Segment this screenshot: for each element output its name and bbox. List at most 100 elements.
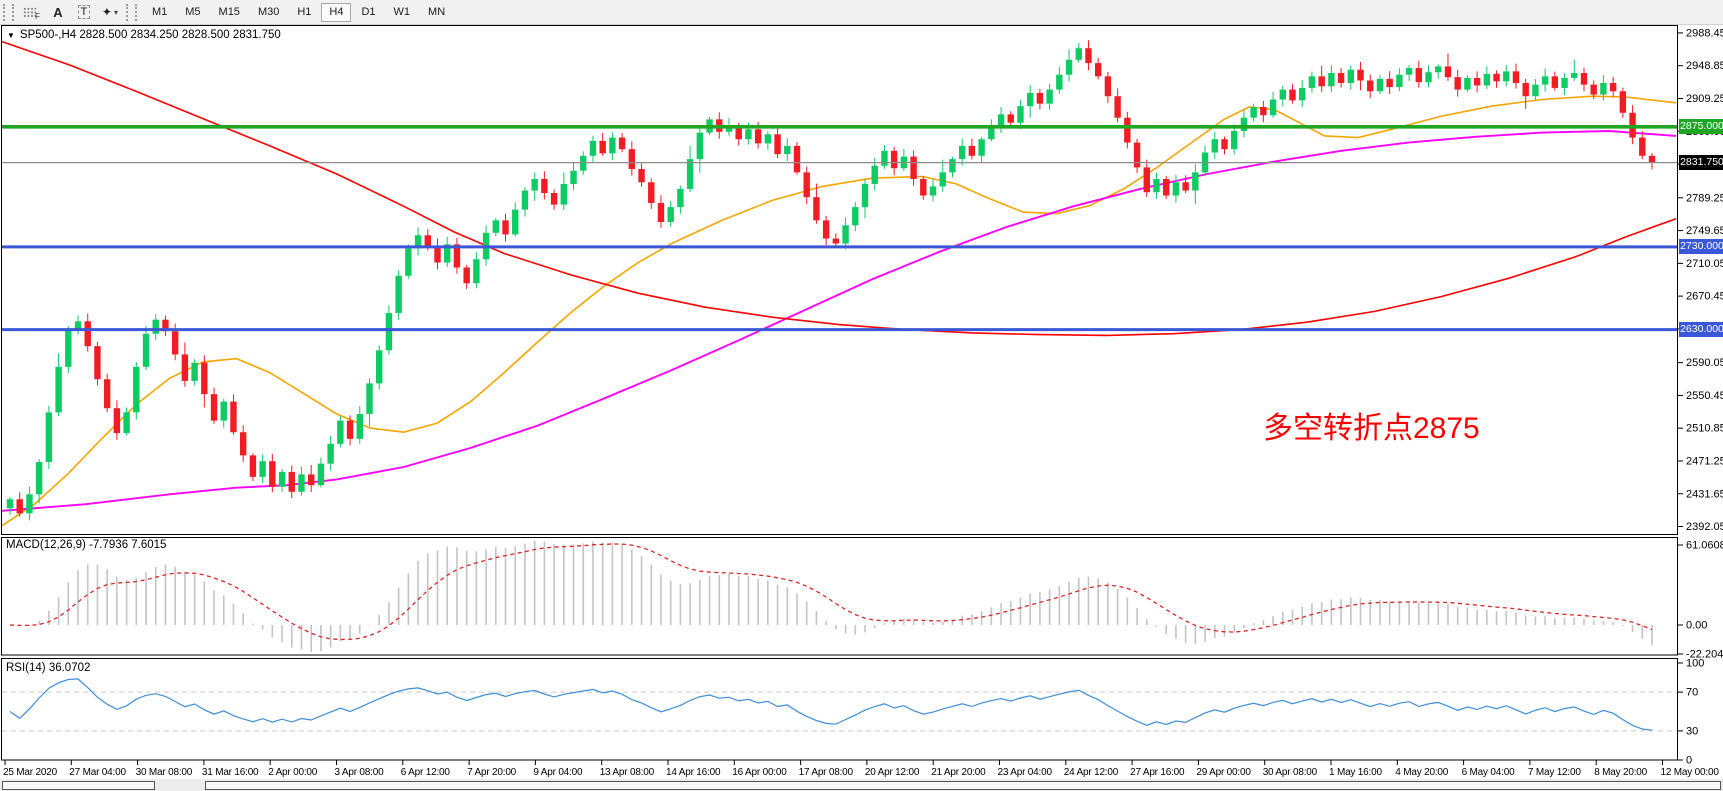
price-badge-2630.000: 2630.000: [1679, 322, 1723, 337]
price-badge-2875.000: 2875.000: [1679, 119, 1723, 134]
rsi-panel[interactable]: [2, 659, 1678, 761]
toolbar-grip[interactable]: [3, 4, 14, 21]
candle-body: [502, 220, 508, 234]
candle-body: [862, 184, 868, 207]
candle-body: [1348, 70, 1354, 83]
candle-body: [1328, 73, 1334, 86]
price-tick-label: 2749.650: [1686, 225, 1723, 237]
candle-body: [813, 197, 819, 220]
candle-body: [1464, 78, 1470, 90]
price-tick-label: 2590.050: [1686, 357, 1723, 369]
candle-body: [318, 464, 324, 486]
candle-body: [85, 321, 91, 346]
candle-body: [1008, 114, 1014, 122]
candle-body: [376, 350, 382, 383]
candle-body: [386, 313, 392, 350]
timeframe-m15-button[interactable]: M15: [211, 3, 248, 22]
candle-body: [1124, 118, 1130, 143]
candle-body: [891, 151, 897, 168]
candle-body: [230, 402, 236, 433]
candle-body: [357, 414, 363, 439]
candle-body: [638, 169, 644, 182]
candle-body: [1173, 182, 1179, 195]
rsi-tick-label: 100: [1686, 658, 1704, 670]
timeframe-h1-button[interactable]: H1: [289, 3, 319, 22]
candle-body: [1076, 48, 1082, 60]
candle-body: [1163, 179, 1169, 196]
candle-body: [1212, 139, 1218, 152]
time-tick-label: 27 Apr 16:00: [1130, 767, 1185, 778]
candle-body: [842, 225, 848, 243]
timeframe-w1-button[interactable]: W1: [386, 3, 419, 22]
dropdown-caret-icon: ▾: [114, 8, 118, 17]
candle-body: [677, 189, 683, 207]
candle-body: [172, 331, 178, 354]
candle-body: [221, 402, 227, 421]
time-tick-label: 25 Mar 2020: [3, 767, 58, 778]
time-tick-label: 1 May 16:00: [1329, 767, 1382, 778]
candle-body: [7, 499, 13, 508]
candle-body: [1105, 76, 1111, 96]
candle-body: [1493, 74, 1499, 81]
candle-body: [182, 354, 188, 380]
candle-body: [1231, 131, 1237, 149]
chart-grid-icon-button[interactable]: F: [19, 2, 44, 23]
time-tick-label: 29 Apr 00:00: [1196, 767, 1251, 778]
candle-body: [1474, 78, 1480, 85]
candle-body: [26, 494, 32, 513]
text-label-icon-button[interactable]: A: [46, 2, 70, 23]
price-tick-label: 2510.850: [1686, 423, 1723, 435]
price-tick-label: 2789.250: [1686, 192, 1723, 204]
timeframe-m1-button[interactable]: M1: [144, 3, 175, 22]
price-tick-label: 2988.450: [1686, 27, 1723, 39]
price-tick-label: 2431.650: [1686, 488, 1723, 500]
time-tick-label: 4 May 20:00: [1395, 767, 1448, 778]
candle-body: [1542, 76, 1548, 84]
candle-body: [687, 159, 693, 189]
candle-body: [1270, 100, 1276, 116]
candle-body: [269, 461, 275, 487]
timeframe-m5-button[interactable]: M5: [177, 3, 208, 22]
time-tick-label: 24 Apr 12:00: [1064, 767, 1119, 778]
scrollbar-left-box[interactable]: [2, 781, 155, 790]
rsi-tick-label: 70: [1686, 687, 1698, 699]
time-tick-label: 12 May 00:00: [1661, 767, 1720, 778]
candle-body: [1454, 77, 1460, 89]
time-tick-label: 8 May 20:00: [1594, 767, 1647, 778]
candle-body: [1182, 182, 1188, 190]
candle-body: [327, 444, 333, 464]
candle-body: [745, 129, 751, 139]
candle-body: [211, 394, 217, 420]
text-box-icon-button[interactable]: T: [72, 2, 96, 23]
chart-title: ▼ SP500-,H4 2828.500 2834.250 2828.500 2…: [7, 29, 281, 41]
candle-body: [697, 133, 703, 159]
candle-body: [1046, 90, 1052, 104]
scrollbar-track[interactable]: [205, 781, 1721, 790]
macd-panel[interactable]: [2, 538, 1678, 656]
price-tick-label: 2670.450: [1686, 291, 1723, 303]
candle-body: [1484, 74, 1490, 86]
candle-body: [1649, 156, 1655, 163]
price-badge-2831.750: 2831.750: [1679, 155, 1723, 170]
timeframe-m30-button[interactable]: M30: [250, 3, 287, 22]
timeframe-toolbar-grip[interactable]: [126, 4, 137, 21]
timeframe-d1-button[interactable]: D1: [353, 3, 383, 22]
candle-body: [920, 179, 926, 196]
candle-body: [1396, 75, 1402, 87]
candle-body: [133, 367, 139, 413]
candle-body: [1600, 83, 1606, 95]
candle-body: [561, 184, 567, 205]
candle-body: [463, 268, 469, 284]
candle-body: [852, 207, 858, 225]
chart-dropdown-icon[interactable]: ▼: [7, 31, 15, 41]
candle-body: [1153, 179, 1159, 192]
draw-tools-icon-button[interactable]: ✦▾: [98, 2, 122, 23]
timeframe-h4-button[interactable]: H4: [321, 3, 351, 22]
candle-body: [1085, 48, 1091, 63]
timeframe-mn-button[interactable]: MN: [420, 3, 453, 22]
candle-body: [1144, 167, 1150, 192]
symbol-ohlc-text: SP500-,H4 2828.500 2834.250 2828.500 283…: [20, 29, 281, 41]
candle-body: [337, 421, 343, 444]
candle-body: [434, 248, 440, 263]
candle-body: [104, 379, 110, 408]
